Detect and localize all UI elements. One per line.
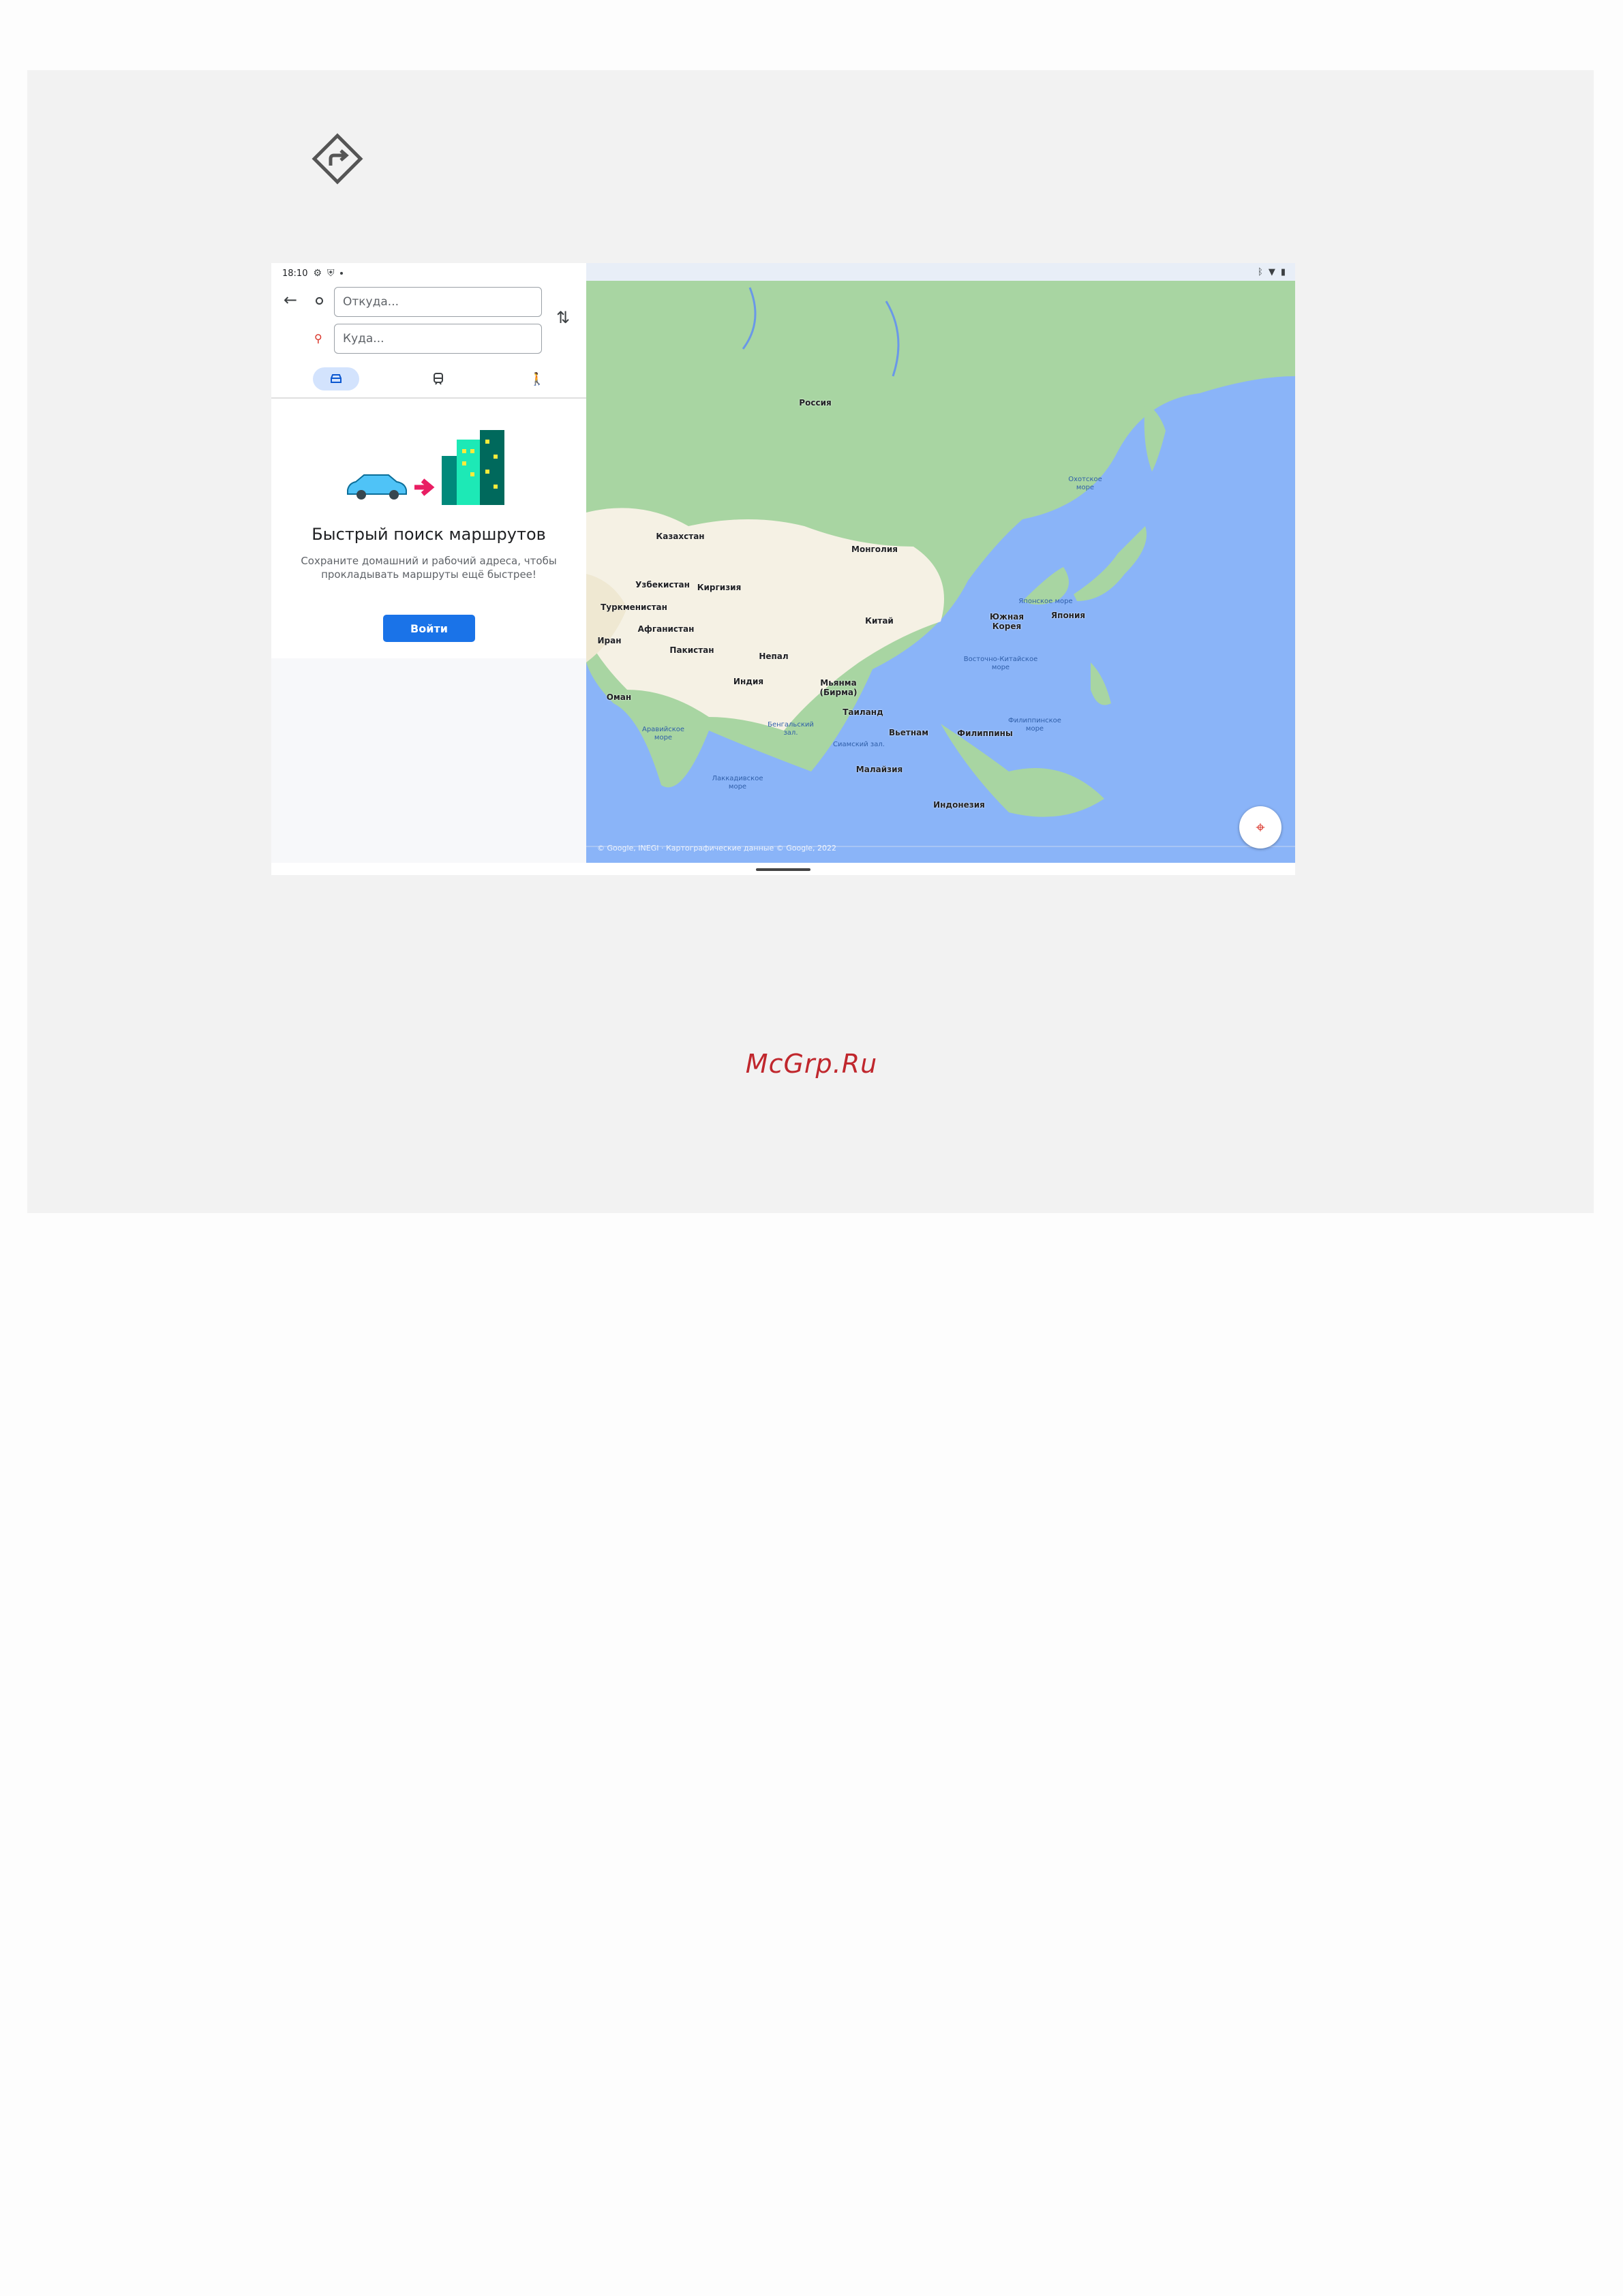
label-pakistan: Пакистан [669,645,714,655]
label-russia: Россия [799,398,832,408]
origin-dot-icon [316,297,323,305]
label-arabian-sea: Аравийское море [641,726,685,741]
label-japan-sea: Японское море [1018,598,1073,605]
my-location-button[interactable]: ⌖ [1239,806,1281,848]
label-kazakhstan: Казахстан [656,532,705,541]
tab-walk[interactable]: 🚶 [524,367,551,391]
label-indonesia: Индонезия [933,800,985,810]
label-vietnam: Вьетнам [888,728,929,737]
building-icon [442,430,504,505]
label-kyrgyzstan: Киргизия [697,583,742,592]
label-japan: Япония [1050,611,1086,620]
gesture-handle[interactable] [756,868,810,871]
label-turkmenistan: Туркменистан [601,602,667,612]
travel-mode-tabs: 🚶 [271,362,586,393]
map-view[interactable]: ᛒ ▼ ▮ Россия Казахстан Монголия Узбекист… [586,263,1295,863]
tab-transit[interactable] [425,367,452,391]
from-input[interactable] [334,287,542,317]
label-india: Индия [733,677,764,686]
map-terrain [586,281,1295,847]
tab-car[interactable] [313,367,359,391]
label-malaysia: Малайзия [855,765,903,774]
to-input[interactable] [334,324,542,354]
label-oman: Оман [606,692,632,702]
label-thailand: Таиланд [843,707,883,717]
status-time: 18:10 [282,268,308,279]
login-button[interactable]: Войти [383,615,475,642]
destination-pin-icon: ⚲ [314,332,322,345]
label-mongolia: Монголия [851,545,898,554]
label-okhotsk-sea: Охотское море [1068,476,1102,491]
label-philippine-sea: Филиппинское море [1008,717,1061,733]
label-nepal: Непал [759,652,789,661]
back-arrow-icon[interactable]: ← [284,290,297,309]
label-bengal-bay: Бенгальский зал. [768,721,814,737]
promo-title: Быстрый поиск маршрутов [312,525,546,544]
directions-sign-icon [312,133,363,185]
nav-bar [271,863,1295,875]
promo-body: Сохраните домашний и рабочий адреса, что… [301,555,557,581]
divider [271,397,586,399]
watermark: McGrp.Ru [745,1049,878,1079]
label-laccadive-sea: Лаккадивское море [712,775,763,791]
map-attribution: © Google, INEGI · Картографические данны… [597,844,837,853]
label-south-korea: Южная Корея [989,612,1025,631]
status-bar-left: 18:10 ⚙ ⛨ [282,264,343,282]
crosshair-icon: ⌖ [1256,818,1265,837]
label-siam-bay: Сиамский зал. [833,741,885,748]
empty-panel-area [271,658,586,863]
label-china: Китай [865,616,894,626]
swap-directions-icon[interactable]: ⇅ [556,308,570,327]
dot-icon [339,272,343,275]
walk-icon: 🚶 [529,371,545,386]
shield-icon: ⛨ [327,268,335,279]
battery-icon: ▮ [1280,266,1286,277]
directions-panel: 18:10 ⚙ ⛨ ← ⚲ ⇅ [271,263,586,863]
maps-screenshot: 18:10 ⚙ ⛨ ← ⚲ ⇅ [271,263,1295,875]
label-afghanistan: Афганистан [637,624,695,634]
status-bar-right: ᛒ ▼ ▮ [586,263,1295,281]
train-icon [434,373,443,385]
wifi-icon: ▼ [1268,266,1275,277]
label-uzbekistan: Узбекистан [635,580,690,590]
car-to-city-illustration [347,430,504,505]
car-icon [347,474,407,500]
gear-icon: ⚙ [313,268,322,279]
label-east-china-sea: Восточно-Китайское море [963,656,1038,671]
label-myanmar: Мьянма (Бирма) [819,678,858,697]
car-icon [331,374,342,383]
label-iran: Иран [597,636,622,645]
bluetooth-icon: ᛒ [1258,266,1263,277]
